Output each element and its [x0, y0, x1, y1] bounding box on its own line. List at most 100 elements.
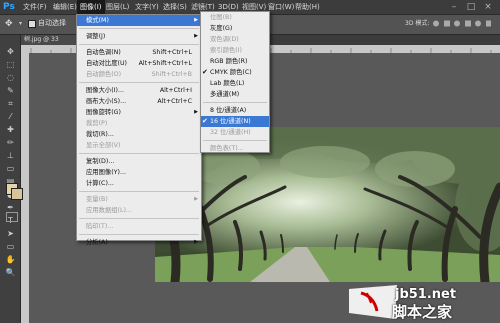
image-menu-item-label: 模式(M) [86, 17, 109, 24]
image-menu-item: 显示全部(V) [77, 140, 201, 151]
mode-menu-item[interactable]: ✔ 16 位/通道(N) [201, 116, 269, 127]
mode-menu-item: 双色调(D) [201, 34, 269, 45]
image-menu-item[interactable]: 图像大小(I)... Alt+Ctrl+I [77, 85, 201, 96]
move-tool-icon[interactable]: ✥ [5, 47, 16, 57]
mode-menu-item[interactable]: 8 位/通道(A) [201, 105, 269, 116]
mode-menu-item[interactable]: ✔ CMYK 颜色(C) [201, 67, 269, 78]
image-menu-item-label: 图像大小(I)... [86, 87, 124, 94]
eraser-tool-icon[interactable]: ▭ [5, 164, 16, 174]
menu-separator [79, 191, 199, 192]
image-menu-item-label: 分析(A) [86, 239, 108, 246]
healing-brush-icon[interactable]: ✚ [5, 125, 16, 135]
mode-submenu: 位图(B) 灰度(G) 双色调(D) 索引颜色(I) RGB 颜色(R) ✔ CMYK 颜色… [200, 11, 270, 153]
menu-help[interactable]: 帮助(H) [292, 0, 323, 14]
image-menu-item[interactable]: 调整(J) ▶ [77, 31, 201, 42]
mode-menu-item: 索引颜色(I) [201, 45, 269, 56]
mode-menu-item-label: 颜色表(T)... [210, 145, 244, 152]
mode-menu-item-label: CMYK 颜色(C) [210, 69, 252, 76]
zoom-tool-icon[interactable]: 🔍 [5, 268, 16, 278]
menu-separator [203, 102, 267, 103]
menu-layer[interactable]: 图层(L) [103, 0, 132, 14]
menu-select[interactable]: 选择(S) [160, 0, 190, 14]
image-menu-item[interactable]: 模式(M) ▶ [77, 15, 201, 26]
image-menu-item-label: 陷印(T)... [86, 223, 114, 230]
menu-edit[interactable]: 编辑(E) [50, 0, 80, 14]
image-menu-item-label: 裁剪(P) [86, 120, 108, 127]
mode-menu-item[interactable]: 灰度(G) [201, 23, 269, 34]
image-menu-item: 自动颜色(O) Shift+Ctrl+B [77, 69, 201, 80]
menu-separator [79, 28, 199, 29]
dropdown-arrow-icon[interactable]: ▾ [19, 20, 22, 27]
image-menu-item-label: 自动色调(N) [86, 49, 121, 56]
mode-menu-item: 32 位/通道(H) [201, 127, 269, 138]
mode-menu-item-label: RGB 颜色(R) [210, 58, 248, 65]
image-menu-item[interactable]: 画布大小(S)... Alt+Ctrl+C [77, 96, 201, 107]
background-color-swatch[interactable] [11, 188, 23, 200]
shape-tool-icon[interactable]: ▭ [5, 242, 16, 252]
image-menu-item[interactable]: 分析(A) ▶ [77, 237, 201, 248]
stamp-tool-icon[interactable]: ⊥ [5, 151, 16, 161]
image-menu-item-shortcut: Alt+Ctrl+C [157, 98, 192, 105]
path-select-tool-icon[interactable]: ➤ [5, 229, 16, 239]
mode-menu-item[interactable]: Lab 颜色(L) [201, 78, 269, 89]
3d-mode-icons[interactable] [432, 19, 492, 28]
submenu-arrow-icon: ▶ [194, 239, 198, 245]
image-menu-item: 变量(B) ▶ [77, 194, 201, 205]
submenu-arrow-icon: ▶ [194, 109, 198, 115]
image-menu-item[interactable]: 复制(D)... [77, 156, 201, 167]
image-menu-item-label: 画布大小(S)... [86, 98, 127, 105]
image-menu-item-shortcut: Alt+Ctrl+I [159, 87, 192, 94]
auto-select-checkbox[interactable] [28, 20, 36, 28]
marquee-tool-icon[interactable]: ⬚ [5, 60, 16, 70]
mode-menu-item: 颜色表(T)... [201, 143, 269, 154]
crop-tool-icon[interactable]: ⌗ [5, 99, 16, 109]
menu-separator [79, 218, 199, 219]
image-menu-item-label: 自动颜色(O) [86, 71, 122, 78]
image-menu-item-label: 裁切(R)... [86, 131, 114, 138]
image-menu-item[interactable]: 裁切(R)... [77, 129, 201, 140]
mode-menu-item-label: Lab 颜色(L) [210, 80, 245, 87]
mode-menu-item-label: 多通道(M) [210, 91, 240, 98]
move-tool-icon[interactable]: ✥ [5, 19, 17, 30]
image-menu-item: 应用数据组(L)... [77, 205, 201, 216]
submenu-arrow-icon: ▶ [194, 17, 198, 23]
menu-separator [79, 44, 199, 45]
mode-menu-item: 位图(B) [201, 12, 269, 23]
hand-tool-icon[interactable]: ✋ [5, 255, 16, 265]
image-menu-item[interactable]: 自动色调(N) Shift+Ctrl+L [77, 47, 201, 58]
image-menu-item: 裁剪(P) [77, 118, 201, 129]
mode-menu-item-label: 位图(B) [210, 14, 232, 21]
image-menu-item[interactable]: 自动对比度(U) Alt+Shift+Ctrl+L [77, 58, 201, 69]
menu-separator [79, 234, 199, 235]
menu-image[interactable]: 图像(I) [77, 0, 105, 14]
image-menu-item-label: 变量(B) [86, 196, 108, 203]
minimize-button[interactable]: – [446, 1, 462, 13]
mode-menu-item[interactable]: 多通道(M) [201, 89, 269, 100]
mode-menu-item-label: 双色调(D) [210, 36, 239, 43]
mode-menu-item-label: 16 位/通道(N) [210, 118, 251, 125]
eyedropper-tool-icon[interactable]: ⁄ [5, 112, 16, 122]
image-menu-item-label: 显示全部(V) [86, 142, 121, 149]
image-menu-item[interactable]: 图像旋转(G) ▶ [77, 107, 201, 118]
image-menu-item-label: 应用图像(Y)... [86, 169, 126, 176]
3d-mode-label: 3D 模式: [405, 20, 430, 27]
quick-select-tool-icon[interactable]: ✎ [5, 86, 16, 96]
brush-tool-icon[interactable]: ✏ [5, 138, 16, 148]
document-tab[interactable]: 树.jpg @ 33 [21, 35, 82, 45]
menu-separator [79, 82, 199, 83]
image-menu-item[interactable]: 应用图像(Y)... [77, 167, 201, 178]
mode-menu-item-label: 索引颜色(I) [210, 47, 242, 54]
menu-type[interactable]: 文字(Y) [132, 0, 162, 14]
menu-separator [203, 140, 267, 141]
quick-mask-icon[interactable] [6, 212, 18, 222]
menu-file[interactable]: 文件(F) [20, 0, 50, 14]
lasso-tool-icon[interactable]: ◌ [5, 73, 16, 83]
submenu-arrow-icon: ▶ [194, 33, 198, 39]
maximize-button[interactable]: □ [463, 1, 479, 13]
close-button[interactable]: × [480, 1, 496, 13]
vertical-ruler [21, 45, 29, 323]
mode-menu-item[interactable]: RGB 颜色(R) [201, 56, 269, 67]
image-menu-item-label: 复制(D)... [86, 158, 115, 165]
auto-select-label: 自动选择 [38, 19, 66, 27]
image-menu-item[interactable]: 计算(C)... [77, 178, 201, 189]
